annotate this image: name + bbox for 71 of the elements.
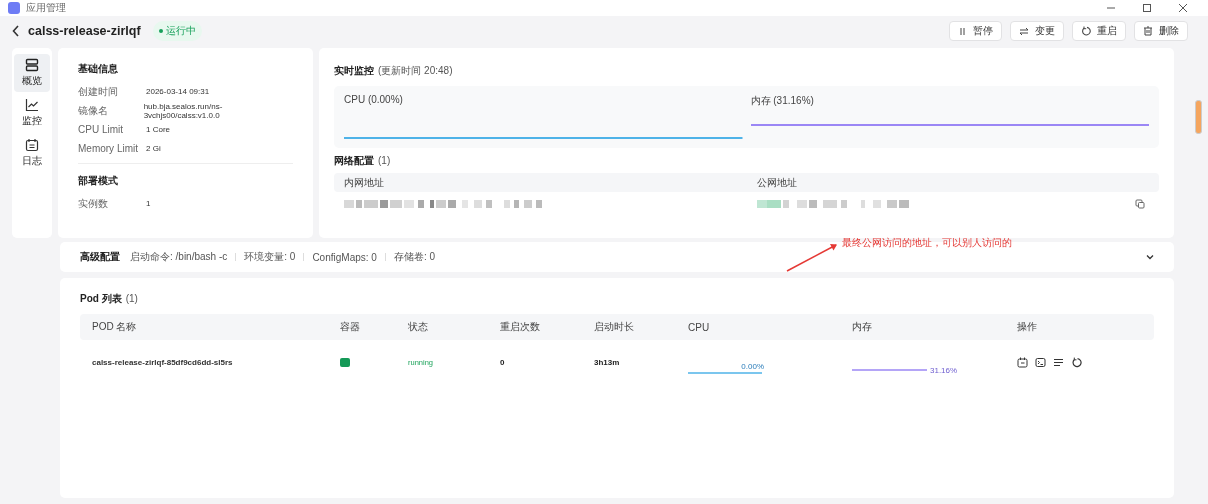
pod-count: (1) [125, 293, 138, 304]
lines-icon[interactable] [1053, 356, 1064, 368]
close-icon[interactable] [1178, 3, 1188, 13]
trash-icon [1143, 26, 1153, 36]
column-header: 内存 [852, 320, 873, 334]
status-badge: 运行中 [152, 21, 202, 41]
sidebar-item[interactable]: 日志 [14, 134, 50, 172]
container-status-icon [340, 357, 350, 367]
section-title: 网络配置 [334, 154, 374, 168]
column-header: 启动时长 [594, 320, 635, 334]
section-title: 部署模式 [78, 174, 119, 188]
column-header: 容器 [340, 320, 361, 334]
annotation-text: 最终公网访问的地址，可以别人访问的 [842, 236, 1012, 250]
pause-button[interactable]: 暂停 [949, 21, 1002, 41]
app-logo-icon [8, 2, 20, 14]
field-label: 实例数 [78, 196, 109, 211]
back-icon[interactable] [12, 25, 20, 37]
pod-name: calss-release-zirlqf-85df9cd6dd-sl5rs [92, 357, 234, 367]
column-header: 状态 [408, 320, 429, 334]
maximize-icon[interactable] [1142, 3, 1152, 13]
layout-icon [25, 58, 39, 72]
field-label: CPU Limit [78, 124, 124, 135]
delete-button[interactable]: 删除 [1134, 21, 1188, 41]
scrollbar-thumb[interactable] [1195, 100, 1202, 134]
config-summary: 环境变量: 0 [244, 250, 296, 264]
section-title: Pod 列表 [80, 292, 122, 306]
restart-icon[interactable] [1071, 356, 1082, 368]
sidebar-item[interactable]: 监控 [14, 94, 50, 132]
column-header: CPU [688, 321, 711, 333]
window-title: 应用管理 [26, 1, 66, 15]
field-value: 1 Core [146, 125, 170, 134]
copy-icon[interactable] [1135, 199, 1145, 209]
uptime: 3h13m [594, 357, 621, 367]
section-title: 基础信息 [78, 62, 119, 76]
field-value: 1 [146, 199, 151, 208]
field-value: 2026-03-14 09:31 [146, 87, 210, 96]
calendar-icon[interactable] [1017, 356, 1028, 368]
cpu-usage: 0.00% [741, 362, 764, 371]
column-header: 公网地址 [755, 175, 798, 190]
config-summary: ConfigMaps: 0 [312, 251, 377, 263]
config-summary: 启动命令: /bin/bash -c [130, 250, 228, 264]
restart-icon [1081, 26, 1091, 36]
column-header: 重启次数 [500, 320, 541, 334]
column-header: POD 名称 [92, 320, 138, 334]
column-header: 操作 [1017, 320, 1038, 334]
chart-label: 内存 (31.16%) [750, 94, 815, 108]
line-chart-icon [25, 98, 39, 112]
pause-icon [958, 26, 967, 36]
memory-usage: 31.16% [930, 365, 958, 375]
swap-arrows-icon [1019, 26, 1029, 36]
change-button[interactable]: 变更 [1010, 21, 1064, 41]
field-label: 镜像名 [78, 103, 109, 118]
sidebar-item[interactable]: 概览 [14, 54, 50, 92]
chart-label: CPU (0.00%) [344, 94, 404, 105]
terminal-icon[interactable] [1035, 356, 1046, 368]
section-title: 实时监控 [334, 64, 374, 78]
column-header: 内网地址 [343, 175, 385, 190]
restart-button[interactable]: 重启 [1072, 21, 1126, 41]
field-label: 创建时间 [78, 84, 119, 99]
chevron-down-icon[interactable] [1146, 254, 1154, 260]
config-summary: 存储卷: 0 [393, 250, 435, 264]
field-label: Memory Limit [78, 143, 139, 154]
restart-count: 0 [500, 357, 506, 367]
section-title: 高级配置 [80, 250, 120, 264]
app-name: calss-release-zirlqf [28, 24, 141, 38]
network-count: (1) [378, 155, 391, 166]
annotation-arrow [786, 242, 840, 272]
field-value: hub.bja.sealos.run/ns-3vchjs00/calss:v1.0.0 [143, 101, 224, 120]
update-time: (更新时间 20:48) [378, 64, 453, 78]
calendar-icon [25, 138, 39, 152]
field-value: 2 Gi [146, 144, 161, 153]
